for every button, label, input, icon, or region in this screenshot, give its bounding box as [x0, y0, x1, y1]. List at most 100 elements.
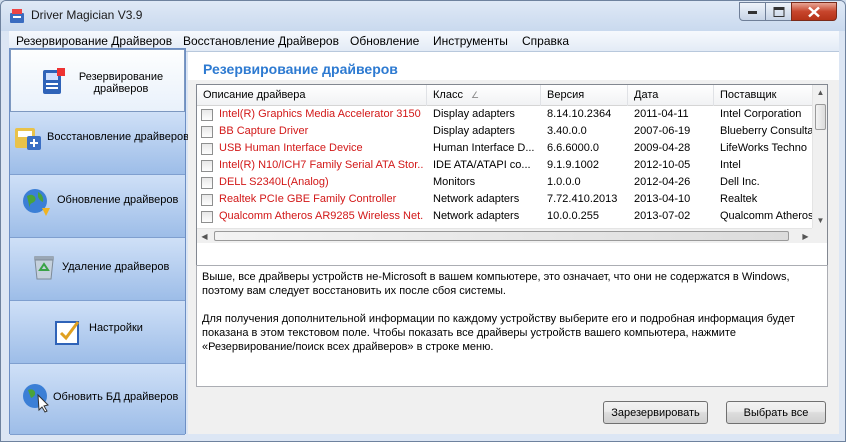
vertical-scrollbar[interactable]: ▲ ▼: [812, 85, 827, 228]
settings-icon: [55, 321, 80, 345]
driver-description: Qualcomm Atheros AR9285 Wireless Net...: [219, 210, 424, 222]
driver-vendor: Realtek: [720, 193, 758, 205]
driver-vendor: Qualcomm Atheros: [720, 210, 813, 222]
driver-version: 10.0.0.255: [547, 210, 599, 222]
minimize-icon: [747, 10, 757, 14]
restore-icon: [15, 128, 41, 150]
driver-date: 2013-07-02: [634, 210, 691, 222]
driver-class: Network adapters: [433, 210, 520, 222]
driver-description: Realtek PCIe GBE Family Controller: [219, 193, 397, 205]
column-class[interactable]: Класс ∠: [427, 85, 541, 106]
column-date[interactable]: Дата: [628, 85, 714, 106]
column-date-label: Дата: [634, 89, 659, 101]
maximize-button[interactable]: [765, 2, 792, 21]
window-title: Driver Magician V3.9: [31, 8, 143, 22]
horizontal-scroll-thumb[interactable]: [214, 231, 789, 241]
driver-description: DELL S2340L(Analog): [219, 176, 329, 188]
column-description-label: Описание драйвера: [203, 89, 306, 101]
app-window: Driver Magician V3.9 Резервирование Драй…: [0, 0, 846, 442]
menu-help[interactable]: Справка: [522, 34, 569, 48]
table-row[interactable]: USB Human Interface Device Human Interfac…: [197, 140, 813, 157]
info-textbox[interactable]: Выше, все драйверы устройств не-Microsof…: [196, 265, 828, 387]
driver-class: Network adapters: [433, 193, 520, 205]
close-button[interactable]: [791, 2, 837, 21]
row-checkbox[interactable]: [201, 194, 213, 206]
sidebar-item-delete[interactable]: Удаление драйверов: [10, 238, 185, 301]
scroll-left-icon[interactable]: ◀: [197, 229, 212, 244]
sidebar-backup-line2: драйверов: [93, 83, 149, 95]
driver-date: 2009-04-28: [634, 142, 691, 154]
driver-vendor: Intel Corporation: [720, 108, 802, 120]
recycle-bin-icon: [34, 256, 54, 280]
driver-vendor: Dell Inc.: [720, 176, 760, 188]
driver-date: 2007-06-19: [634, 125, 691, 137]
title-bar[interactable]: Driver Magician V3.9: [1, 1, 845, 31]
driver-version: 8.14.10.2364: [547, 108, 612, 120]
sidebar-item-update-db[interactable]: Обновить БД драйверов: [10, 364, 185, 435]
main-panel: Резервирование драйверов Описание драйве…: [188, 52, 839, 434]
row-checkbox[interactable]: [201, 177, 213, 189]
driver-version: 9.1.9.1002: [547, 159, 599, 171]
database-update-icon: [23, 384, 49, 413]
sidebar-item-label: Настройки: [89, 322, 143, 334]
driver-date: 2012-10-05: [634, 159, 691, 171]
panel-header: Резервирование драйверов: [188, 52, 839, 80]
column-version-label: Версия: [547, 89, 585, 101]
driver-version: 3.40.0.0: [547, 125, 587, 137]
driver-class: Display adapters: [433, 108, 515, 120]
close-icon: [808, 6, 820, 17]
maximize-icon: [773, 6, 784, 17]
column-vendor-label: Поставщик: [720, 89, 777, 101]
reserve-button[interactable]: Зарезервировать: [603, 401, 708, 424]
scroll-down-icon[interactable]: ▼: [813, 213, 828, 228]
sidebar: Резервирование драйверов Восстановление …: [9, 48, 189, 435]
sidebar-item-restore[interactable]: Восстановление драйверов: [10, 112, 189, 175]
driver-description: BB Capture Driver: [219, 125, 309, 137]
driver-description: Intel(R) N10/ICH7 Family Serial ATA Stor…: [219, 159, 424, 171]
driver-list-header: Описание драйвера Класс ∠ Версия Дата Пос…: [197, 85, 813, 106]
menu-tools[interactable]: Инструменты: [433, 34, 508, 48]
menu-update[interactable]: Обновление: [350, 34, 419, 48]
driver-vendor: Intel: [720, 159, 741, 171]
table-row[interactable]: DELL S2340L(Analog) Monitors 1.0.0.0 2012-0…: [197, 174, 813, 191]
sidebar-item-label: Обновить БД драйверов: [53, 391, 179, 403]
driver-class: Display adapters: [433, 125, 515, 137]
vertical-scroll-thumb[interactable]: [815, 104, 826, 130]
sort-ascending-icon: ∠: [470, 90, 480, 100]
minimize-button[interactable]: [739, 2, 766, 21]
table-row[interactable]: Intel(R) N10/ICH7 Family Serial ATA Stor…: [197, 157, 813, 174]
menu-backup[interactable]: Резервирование Драйверов: [16, 34, 172, 48]
driver-vendor: LifeWorks Techno: [720, 142, 808, 154]
panel-title: Резервирование драйверов: [203, 61, 398, 77]
driver-version: 7.72.410.2013: [547, 193, 618, 205]
table-row[interactable]: Intel(R) Graphics Media Accelerator 3150…: [197, 106, 813, 123]
column-description[interactable]: Описание драйвера: [197, 85, 427, 106]
scroll-up-icon[interactable]: ▲: [813, 85, 828, 100]
scroll-right-icon[interactable]: ▶: [798, 229, 813, 244]
row-checkbox[interactable]: [201, 109, 213, 121]
driver-version: 1.0.0.0: [547, 176, 581, 188]
table-row[interactable]: BB Capture Driver Display adapters 3.40.0.…: [197, 123, 813, 140]
sidebar-item-label: Восстановление драйверов: [47, 131, 189, 143]
info-paragraph-2: Для получения дополнительной информации …: [202, 313, 795, 353]
row-checkbox[interactable]: [201, 160, 213, 172]
menu-restore[interactable]: Восстановление Драйверов: [183, 34, 339, 48]
column-vendor[interactable]: Поставщик: [714, 85, 813, 106]
table-row[interactable]: Qualcomm Atheros AR9285 Wireless Net... N…: [197, 208, 813, 225]
row-checkbox[interactable]: [201, 143, 213, 155]
horizontal-scrollbar[interactable]: ◀ ▶: [197, 228, 813, 243]
select-all-button[interactable]: Выбрать все: [726, 401, 826, 424]
sidebar-item-update[interactable]: Обновление драйверов: [10, 175, 185, 238]
scroll-corner: [812, 228, 827, 243]
driver-date: 2012-04-26: [634, 176, 691, 188]
row-checkbox[interactable]: [201, 126, 213, 138]
sidebar-item-backup[interactable]: Резервирование драйверов: [10, 49, 185, 112]
sidebar-item-label: Обновление драйверов: [57, 194, 179, 206]
app-logo-icon: [10, 9, 24, 23]
table-row[interactable]: Realtek PCIe GBE Family Controller Networ…: [197, 191, 813, 208]
row-checkbox[interactable]: [201, 211, 213, 223]
column-version[interactable]: Версия: [541, 85, 628, 106]
driver-date: 2011-04-11: [634, 108, 689, 120]
driver-date: 2013-04-10: [634, 193, 691, 205]
sidebar-item-settings[interactable]: Настройки: [10, 301, 185, 364]
